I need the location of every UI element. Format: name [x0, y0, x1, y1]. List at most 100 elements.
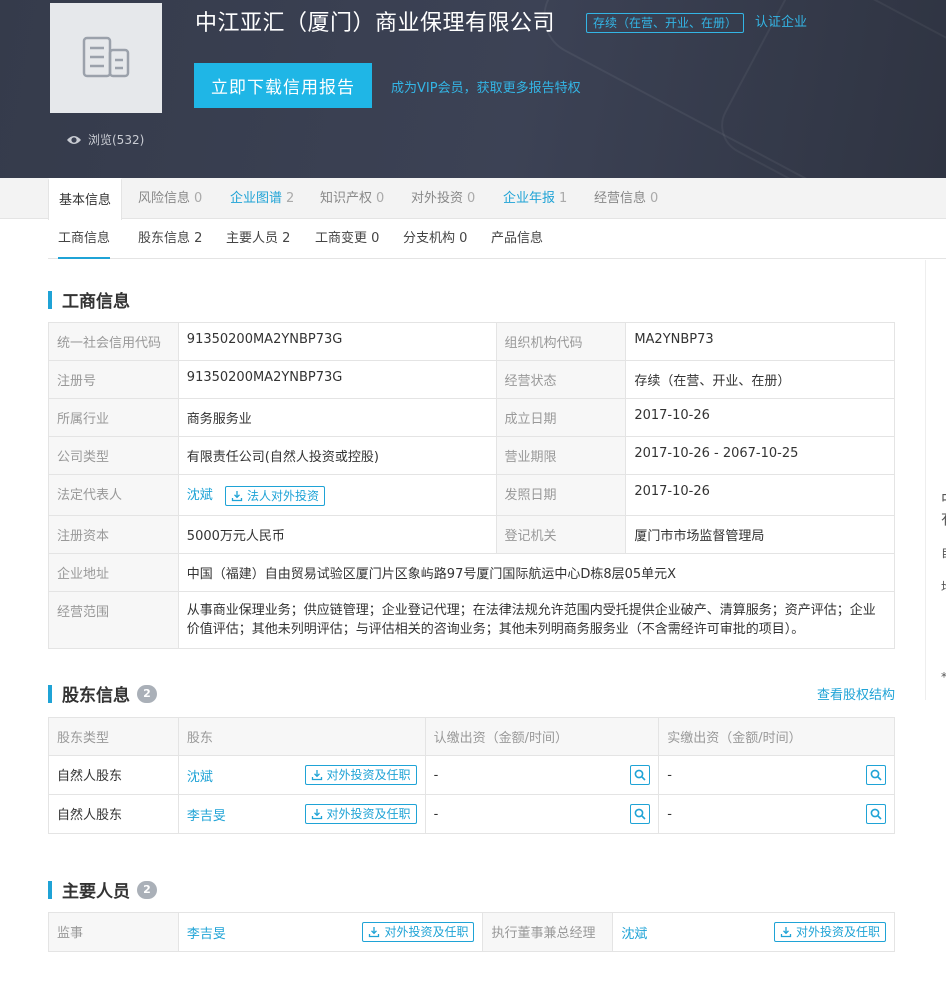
- table-row: 监事 李吉旻 对外投资及任职 执行董事兼总经理 沈斌 对外投资及任职: [48, 912, 895, 952]
- subtab-changes[interactable]: 工商变更 0: [315, 219, 379, 259]
- table-row: 企业地址 中国（福建）自由贸易试验区厦门片区象屿路97号厦门国际航运中心D栋8层…: [48, 552, 896, 592]
- subscribed-capital: -: [433, 806, 439, 822]
- table-row: 自然人股东 李吉旻 对外投资及任职 - -: [48, 794, 895, 834]
- side-panel-text: 均: [941, 578, 946, 595]
- building-icon: [82, 36, 130, 78]
- business-scope: 从事商业保理业务；供应链管理；企业登记代理；在法律法规允许范围内受托提供企业破产…: [177, 590, 896, 649]
- person-role: 执行董事兼总经理: [482, 912, 614, 952]
- field-label: 组织机构代码: [495, 322, 627, 361]
- equity-structure-link[interactable]: 查看股权结构: [817, 684, 895, 703]
- subscribed-capital-cell: -: [424, 794, 660, 834]
- person-role: 监事: [48, 912, 179, 952]
- tab-enterprise-graph[interactable]: 企业图谱 2: [230, 178, 294, 219]
- search-icon: [634, 808, 646, 820]
- person-name-link[interactable]: 李吉旻: [187, 923, 226, 942]
- table-row: 注册号 91350200MA2YNBP73G 经营状态 存续（在营、开业、在册）: [48, 360, 895, 399]
- tab-intellectual-property[interactable]: 知识产权 0: [320, 178, 384, 219]
- field-label: 成立日期: [495, 398, 627, 437]
- field-value: 2017-10-26: [625, 398, 895, 437]
- person-cell: 沈斌 对外投资及任职: [612, 912, 895, 952]
- business-info-table: 统一社会信用代码 91350200MA2YNBP73G 组织机构代码 MA2YN…: [48, 322, 896, 649]
- subtab-shareholders[interactable]: 股东信息 2: [138, 219, 202, 259]
- tab-count: 0: [194, 191, 203, 206]
- tab-count: 0: [650, 191, 659, 206]
- field-label: 法定代表人: [48, 474, 179, 516]
- subtab-branches[interactable]: 分支机构 0: [403, 219, 467, 259]
- table-row: 公司类型 有限责任公司(自然人投资或控股) 营业期限 2017-10-26 - …: [48, 436, 895, 475]
- eye-icon: [67, 135, 81, 144]
- field-value: 2017-10-26 - 2067-10-25: [625, 436, 895, 475]
- button-label: 对外投资及任职: [795, 925, 880, 939]
- table-row: 所属行业 商务服务业 成立日期 2017-10-26: [48, 398, 895, 437]
- button-label: 对外投资及任职: [326, 768, 411, 782]
- table-row: 统一社会信用代码 91350200MA2YNBP73G 组织机构代码 MA2YN…: [48, 322, 895, 361]
- tab-annual-report[interactable]: 企业年报 1: [503, 178, 567, 219]
- search-button[interactable]: [866, 765, 886, 785]
- tab-label: 企业图谱: [230, 191, 283, 206]
- subscribed-capital: -: [433, 767, 439, 783]
- field-label: 营业期限: [495, 436, 627, 475]
- table-row: 自然人股东 沈斌 对外投资及任职 - -: [48, 755, 895, 795]
- subtab-personnel[interactable]: 主要人员 2: [226, 219, 290, 259]
- main-tabs: 基本信息 风险信息 0 企业图谱 2 知识产权 0 对外投资 0 企业年报 1 经营信息 0: [0, 178, 946, 220]
- legal-rep-cell: 沈斌 法人对外投资: [177, 474, 497, 516]
- legal-rep-investment-button[interactable]: 法人对外投资: [224, 485, 325, 506]
- section-title-text: 工商信息: [62, 292, 130, 312]
- company-address: 中国（福建）自由贸易试验区厦门片区象屿路97号厦门国际航运中心D栋8层05单元X: [177, 552, 896, 592]
- tab-investments[interactable]: 对外投资 0: [411, 178, 475, 219]
- vip-link[interactable]: 成为VIP会员，获取更多报告特权: [391, 77, 581, 96]
- field-label: 注册号: [48, 360, 179, 399]
- subtab-products[interactable]: 产品信息: [491, 219, 543, 259]
- field-value: 91350200MA2YNBP73G: [177, 322, 497, 361]
- field-label: 经营状态: [495, 360, 627, 399]
- status-badge: 存续（在营、开业、在册）: [586, 13, 745, 33]
- investment-positions-button[interactable]: 对外投资及任职: [304, 765, 417, 785]
- field-value: 91350200MA2YNBP73G: [177, 360, 497, 399]
- button-label: 对外投资及任职: [326, 807, 411, 821]
- search-button[interactable]: [630, 804, 651, 824]
- view-count-text: 浏览(532): [88, 133, 145, 147]
- tab-count: 1: [559, 191, 568, 206]
- download-icon: [311, 770, 322, 781]
- search-button[interactable]: [866, 804, 886, 824]
- tab-operations[interactable]: 经营信息 0: [594, 178, 658, 219]
- tab-basic-info[interactable]: 基本信息: [48, 178, 123, 220]
- investment-positions-button[interactable]: 对外投资及任职: [773, 922, 886, 942]
- tab-count: 0: [467, 191, 476, 206]
- company-header: 浏览(532) 中江亚汇（厦门）商业保理有限公司 存续（在营、开业、在册） 认证…: [0, 0, 946, 178]
- column-header: 实缴出资（金额/时间）: [658, 717, 895, 756]
- shareholder-name-link[interactable]: 李吉旻: [187, 805, 226, 824]
- subscribed-capital-cell: -: [424, 755, 660, 795]
- column-header: 股东类型: [48, 717, 179, 756]
- investment-positions-button[interactable]: 对外投资及任职: [362, 922, 475, 942]
- field-label: 企业地址: [48, 552, 179, 592]
- tab-label: 基本信息: [59, 193, 112, 208]
- download-report-button[interactable]: 立即下载信用报告: [194, 63, 372, 108]
- paid-capital: -: [667, 767, 672, 783]
- section-title-shareholders: 股东信息 2: [48, 681, 157, 706]
- side-panel-text: 自: [941, 544, 946, 561]
- paid-capital: -: [667, 806, 672, 822]
- person-name-link[interactable]: 沈斌: [621, 923, 647, 942]
- search-button[interactable]: [630, 765, 651, 785]
- verified-link[interactable]: 认证企业: [755, 13, 807, 33]
- paid-capital-cell: -: [658, 755, 895, 795]
- investment-positions-button[interactable]: 对外投资及任职: [304, 804, 417, 824]
- tab-count: 0: [376, 191, 385, 206]
- count-badge: 2: [137, 880, 157, 899]
- field-value: 存续（在营、开业、在册）: [625, 360, 895, 399]
- tab-risk-info[interactable]: 风险信息 0: [138, 178, 202, 219]
- subtab-business-info[interactable]: 工商信息: [58, 219, 111, 259]
- count-badge: 2: [137, 684, 157, 703]
- shareholders-table: 股东类型 股东 认缴出资（金额/时间） 实缴出资（金额/时间） 自然人股东 沈斌…: [48, 717, 895, 834]
- table-header-row: 股东类型 股东 认缴出资（金额/时间） 实缴出资（金额/时间）: [48, 717, 895, 756]
- table-row: 注册资本 5000万元人民币 登记机关 厦门市市场监督管理局: [48, 514, 895, 554]
- shareholder-type: 自然人股东: [48, 755, 179, 795]
- legal-rep-link[interactable]: 沈斌: [187, 488, 213, 503]
- shareholder-cell: 沈斌 对外投资及任职: [177, 755, 426, 795]
- tab-count: 2: [286, 191, 295, 206]
- company-logo-placeholder: [50, 3, 162, 113]
- side-panel-text: 中: [941, 488, 946, 509]
- field-value: 商务服务业: [177, 398, 497, 437]
- shareholder-name-link[interactable]: 沈斌: [187, 766, 213, 785]
